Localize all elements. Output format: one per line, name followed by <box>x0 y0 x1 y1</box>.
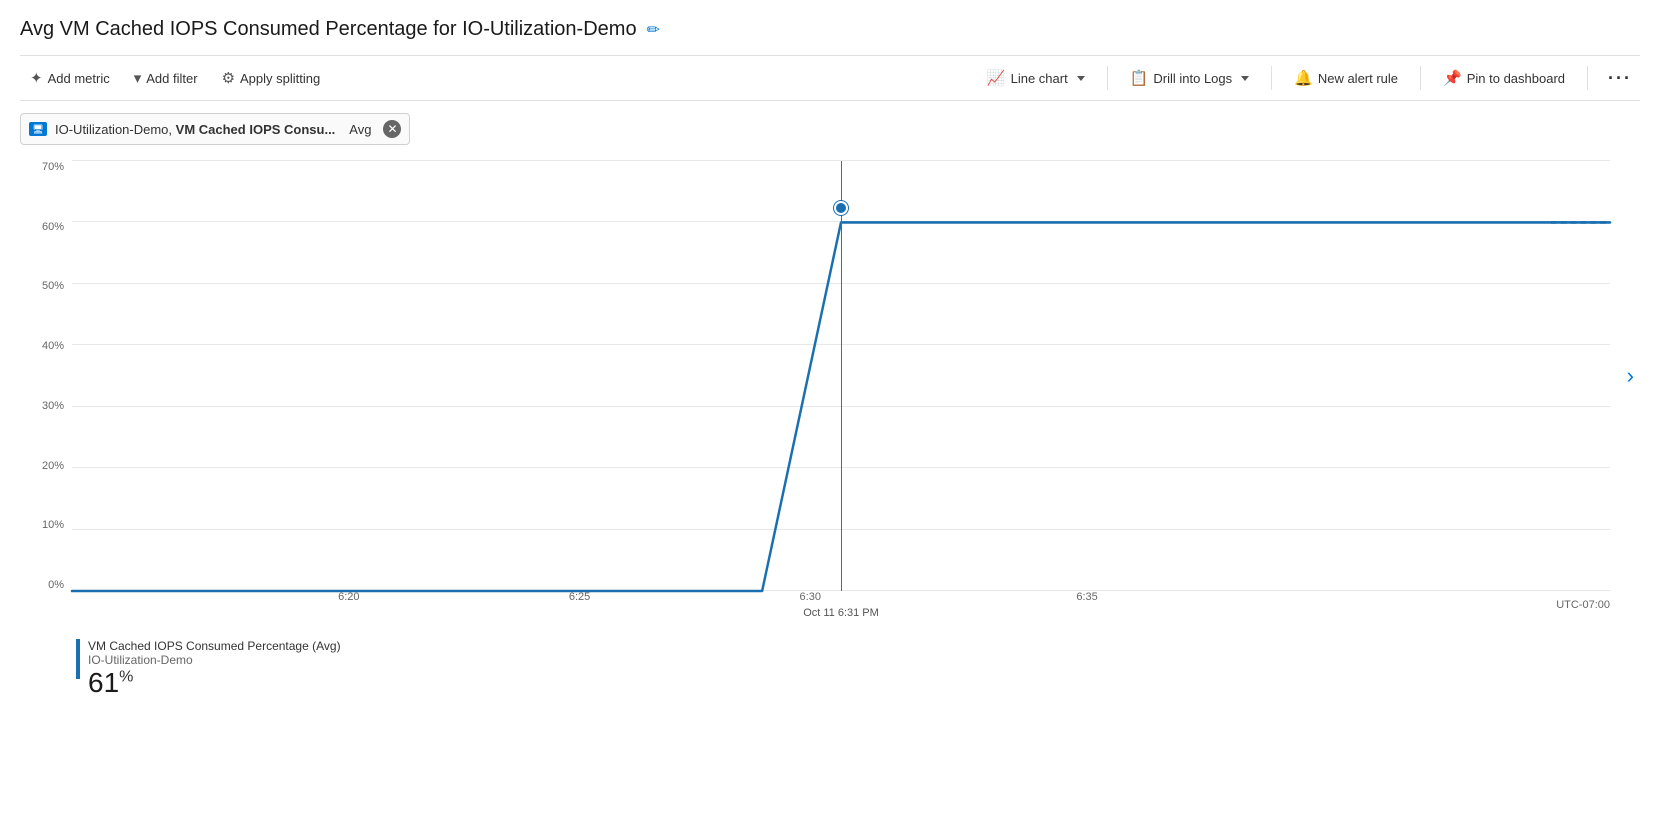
toolbar-divider-2 <box>1271 66 1272 90</box>
legend-source: IO-Utilization-Demo <box>88 653 341 667</box>
expand-chart-button[interactable]: › <box>1627 363 1634 389</box>
drill-logs-icon: 📋 <box>1130 69 1149 87</box>
x-axis: 6:20 6:25 6:30 Oct 11 6:31 PM 6:35 UTC-0… <box>72 591 1610 631</box>
toolbar: ✦ Add metric ▾ Add filter ⚙ Apply splitt… <box>20 55 1640 101</box>
apply-splitting-icon: ⚙ <box>222 69 235 87</box>
page-title: Avg VM Cached IOPS Consumed Percentage f… <box>20 18 637 41</box>
legend-value: 61 <box>88 667 119 698</box>
y-label-30: 30% <box>20 400 70 412</box>
add-filter-button[interactable]: ▾ Add filter <box>124 64 208 92</box>
metric-pill: 🖥 IO-Utilization-Demo, VM Cached IOPS Co… <box>20 113 410 145</box>
legend-color-bar <box>76 639 80 679</box>
line-chart-icon: 📈 <box>987 69 1006 87</box>
metric-resource-icon: 🖥 <box>29 122 47 136</box>
title-row: Avg VM Cached IOPS Consumed Percentage f… <box>20 18 1640 41</box>
add-metric-button[interactable]: ✦ Add metric <box>20 64 120 92</box>
toolbar-divider-3 <box>1420 66 1421 90</box>
edit-icon[interactable]: ✏ <box>647 20 660 40</box>
alert-icon: 🔔 <box>1294 69 1313 87</box>
metric-pill-aggregation: Avg <box>349 122 371 137</box>
crosshair <box>841 161 842 591</box>
toolbar-divider-4 <box>1587 66 1588 90</box>
add-filter-icon: ▾ <box>134 69 142 87</box>
add-metric-icon: ✦ <box>30 69 43 87</box>
chart-plot: › <box>72 161 1610 591</box>
legend-row: VM Cached IOPS Consumed Percentage (Avg)… <box>76 639 1640 697</box>
pin-icon: 📌 <box>1443 69 1462 87</box>
y-label-50: 50% <box>20 280 70 292</box>
chart-container: 0% 10% 20% 30% 40% 50% 60% 70% <box>20 161 1640 631</box>
y-axis: 0% 10% 20% 30% 40% 50% 60% 70% <box>20 161 70 591</box>
metric-pill-label: IO-Utilization-Demo, VM Cached IOPS Cons… <box>55 122 335 137</box>
toolbar-divider-1 <box>1107 66 1108 90</box>
new-alert-rule-button[interactable]: 🔔 New alert rule <box>1284 64 1408 92</box>
page: Avg VM Cached IOPS Consumed Percentage f… <box>0 0 1660 822</box>
toolbar-left: ✦ Add metric ▾ Add filter ⚙ Apply splitt… <box>20 64 330 92</box>
legend-metric-name: VM Cached IOPS Consumed Percentage (Avg) <box>88 639 341 653</box>
x-label-625: 6:25 <box>569 591 590 603</box>
apply-splitting-button[interactable]: ⚙ Apply splitting <box>212 64 331 92</box>
y-label-40: 40% <box>20 340 70 352</box>
y-label-10: 10% <box>20 519 70 531</box>
legend-value-row: 61% <box>88 669 341 697</box>
x-label-630: 6:30 <box>800 591 821 603</box>
legend-unit: % <box>119 669 133 686</box>
y-label-60: 60% <box>20 221 70 233</box>
line-chart-button[interactable]: 📈 Line chart <box>977 64 1095 92</box>
y-label-20: 20% <box>20 460 70 472</box>
y-label-0: 0% <box>20 579 70 591</box>
x-label-620: 6:20 <box>338 591 359 603</box>
y-label-70: 70% <box>20 161 70 173</box>
chart-area: 0% 10% 20% 30% 40% 50% 60% 70% <box>20 161 1640 631</box>
more-options-button[interactable]: ··· <box>1600 66 1640 91</box>
legend: VM Cached IOPS Consumed Percentage (Avg)… <box>20 639 1640 697</box>
drill-into-logs-button[interactable]: 📋 Drill into Logs <box>1120 64 1259 92</box>
x-label-635: 6:35 <box>1076 591 1097 603</box>
metric-pill-close-button[interactable]: ✕ <box>383 120 401 138</box>
data-point <box>834 201 848 215</box>
toolbar-right: 📈 Line chart 📋 Drill into Logs 🔔 New ale… <box>977 64 1640 92</box>
pin-to-dashboard-button[interactable]: 📌 Pin to dashboard <box>1433 64 1575 92</box>
x-label-oct11: Oct 11 6:31 PM <box>803 607 879 619</box>
utc-label: UTC-07:00 <box>1556 599 1610 611</box>
legend-info: VM Cached IOPS Consumed Percentage (Avg)… <box>88 639 341 697</box>
